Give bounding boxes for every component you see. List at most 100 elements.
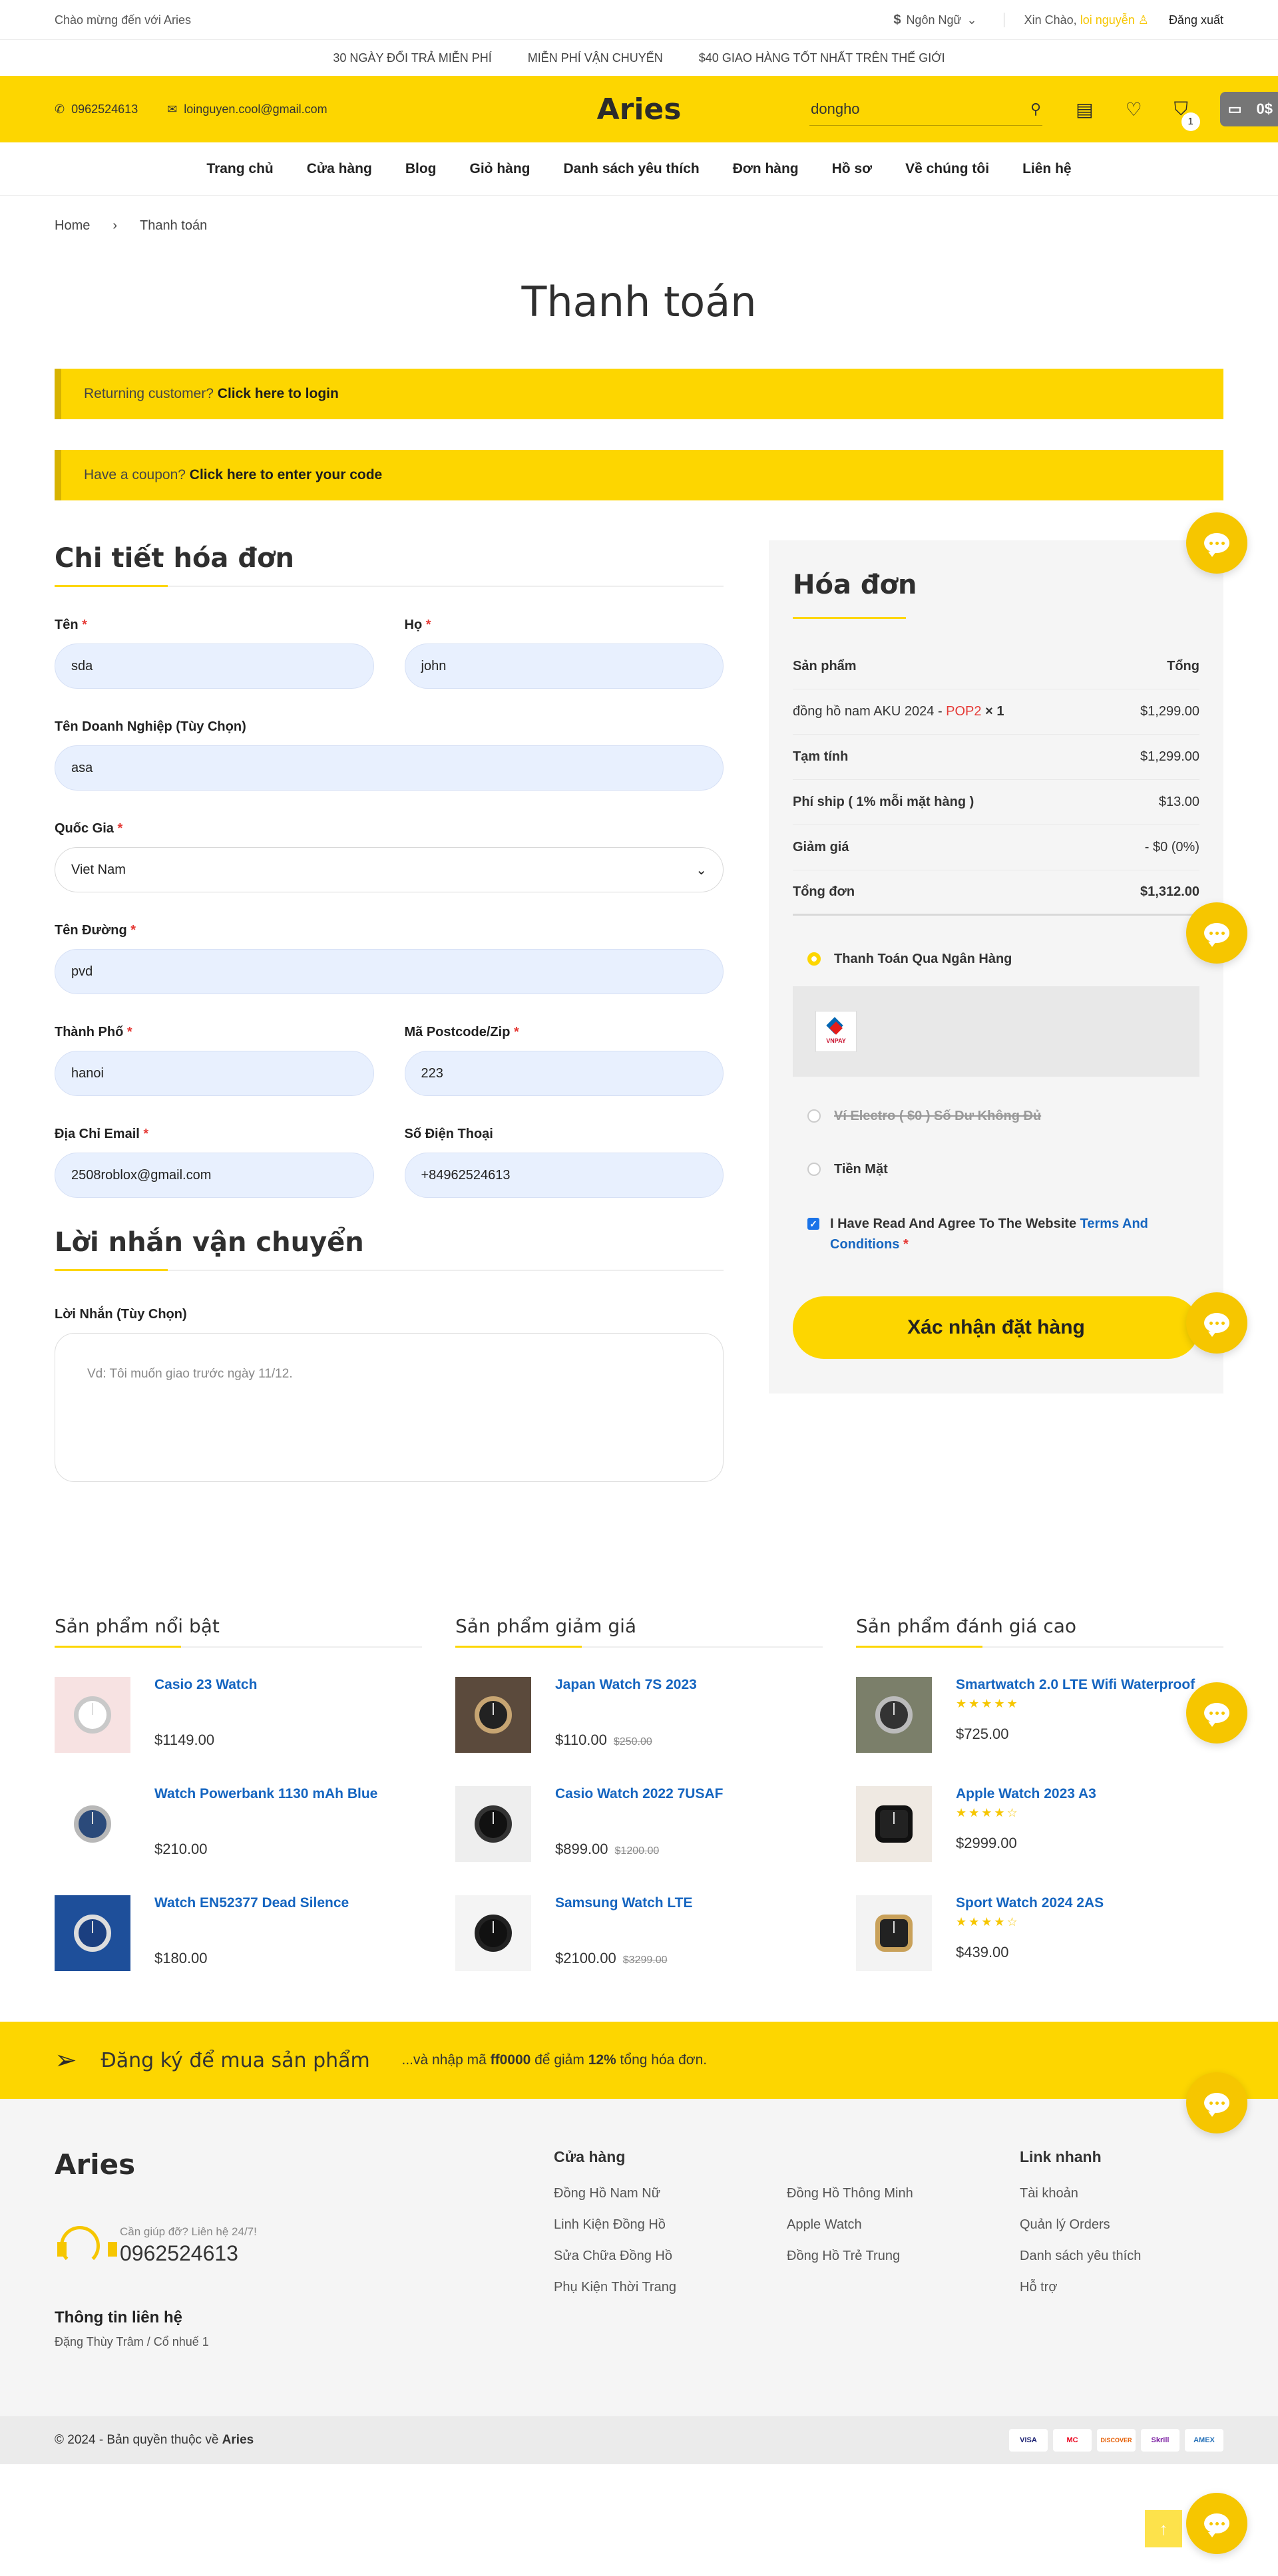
product-name[interactable]: Watch Powerbank 1130 mAh Blue	[154, 1786, 377, 1802]
product-name[interactable]: Smartwatch 2.0 LTE Wifi Waterproof	[956, 1677, 1195, 1693]
phone-input[interactable]: +84962524613	[404, 1153, 724, 1198]
nav-shop[interactable]: Cửa hàng	[307, 161, 372, 177]
last-name-input[interactable]: john	[404, 644, 724, 689]
list-item[interactable]: Samsung Watch LTE $2100.00 $3299.00	[455, 1895, 823, 1975]
product-name[interactable]: Watch EN52377 Dead Silence	[154, 1895, 349, 1911]
discount-row: Giảm giá - $0 (0%)	[793, 825, 1199, 870]
logout-link[interactable]: Đăng xuất	[1169, 13, 1223, 27]
product-image[interactable]	[55, 1895, 130, 1971]
product-name[interactable]: Sport Watch 2024 2AS	[956, 1895, 1104, 1911]
product-image[interactable]	[55, 1786, 130, 1862]
footer-link[interactable]: Apple Watch	[787, 2217, 1020, 2233]
nav-blog[interactable]: Blog	[405, 161, 437, 177]
chat-icon	[1204, 2513, 1229, 2537]
city-input[interactable]: hanoi	[55, 1051, 374, 1096]
product-name[interactable]: Japan Watch 7S 2023	[555, 1677, 697, 1693]
quick-links-title: Link nhanh	[1020, 2148, 1102, 2165]
payment-bank-option[interactable]: Thanh Toán Qua Ngân Hàng	[793, 946, 1199, 972]
paper-plane-icon: ➢	[55, 2046, 77, 2075]
first-name-input[interactable]: sda	[55, 644, 374, 689]
payment-cash-option[interactable]: Tiền Mặt	[793, 1157, 1199, 1182]
nav-profile[interactable]: Hồ sơ	[832, 161, 872, 177]
list-item[interactable]: Sport Watch 2024 2AS ★★★★☆ $439.00	[856, 1895, 1223, 1975]
footer-link[interactable]: Linh Kiện Đồng Hồ	[554, 2217, 787, 2233]
product-image[interactable]	[55, 1677, 130, 1753]
nav-home[interactable]: Trang chủ	[206, 161, 273, 177]
company-input[interactable]: asa	[55, 745, 724, 791]
search-input[interactable]	[811, 100, 1030, 118]
product-name[interactable]: Samsung Watch LTE	[555, 1895, 693, 1911]
bank-payment-box: VNPAY	[793, 986, 1199, 1077]
cart-icon[interactable]: ⛉ 1	[1174, 98, 1200, 131]
total-label: Tổng đơn	[793, 884, 855, 899]
footer-link[interactable]: Quản lý Orders	[1020, 2217, 1141, 2233]
footer-link[interactable]: Sửa Chữa Đồng Hồ	[554, 2249, 787, 2264]
chat-button[interactable]	[1186, 2072, 1247, 2133]
chat-button[interactable]	[1186, 2493, 1247, 2554]
language-selector[interactable]: $ Ngôn Ngữ ⌄	[893, 13, 976, 28]
product-image[interactable]	[856, 1677, 932, 1753]
payment-wallet-option: Ví Electro ( $0 ) Số Dư Không Đủ	[793, 1103, 1199, 1129]
radio-unselected[interactable]	[807, 1163, 821, 1176]
list-item[interactable]: Watch EN52377 Dead Silence $180.00	[55, 1895, 422, 1975]
footer-link[interactable]: Đồng Hồ Thông Minh	[787, 2186, 1020, 2201]
heart-icon[interactable]: ♡	[1126, 98, 1142, 120]
footer-logo[interactable]: Aries	[55, 2148, 554, 2181]
nav-cart[interactable]: Giỏ hàng	[469, 161, 530, 177]
chat-button[interactable]	[1186, 1682, 1247, 1744]
wallet-button[interactable]: ▭ 0$	[1219, 92, 1278, 126]
radio-selected[interactable]	[807, 952, 821, 966]
compare-icon[interactable]: ▤	[1076, 98, 1093, 120]
footer-help: Cần giúp đỡ? Liên hệ 24/7! 0962524613	[55, 2222, 554, 2269]
chat-button[interactable]	[1186, 1292, 1247, 1354]
product-name[interactable]: Casio 23 Watch	[154, 1677, 257, 1693]
product-image[interactable]	[455, 1895, 531, 1971]
nav-contact[interactable]: Liên hệ	[1022, 161, 1072, 177]
footer-phone[interactable]: 0962524613	[120, 2241, 257, 2266]
header-email[interactable]: ✉ loinguyen.cool@gmail.com	[167, 102, 327, 116]
login-notice-text: Returning customer?	[84, 386, 214, 401]
note-textarea[interactable]: Vd: Tôi muốn giao trước ngày 11/12.	[55, 1333, 724, 1482]
coupon-link[interactable]: Click here to enter your code	[190, 467, 382, 483]
footer-link[interactable]: Danh sách yêu thích	[1020, 2249, 1141, 2264]
mastercard-icon: MC	[1053, 2429, 1092, 2452]
nav-orders[interactable]: Đơn hàng	[733, 161, 799, 177]
list-item[interactable]: Apple Watch 2023 A3 ★★★★☆ $2999.00	[856, 1786, 1223, 1866]
list-item[interactable]: Casio 23 Watch $1149.00	[55, 1677, 422, 1757]
country-select[interactable]: Viet Nam ⌄	[55, 847, 724, 892]
search-icon[interactable]: ⚲	[1030, 100, 1041, 118]
email-input[interactable]: 2508roblox@gmail.com	[55, 1153, 374, 1198]
chat-button[interactable]	[1186, 512, 1247, 574]
list-item[interactable]: Smartwatch 2.0 LTE Wifi Waterproof ★★★★★ $…	[856, 1677, 1223, 1757]
product-image[interactable]	[455, 1677, 531, 1753]
user-name-link[interactable]: loi nguyễn	[1080, 13, 1135, 27]
greeting-label: Xin Chào,	[1024, 13, 1077, 27]
product-image[interactable]	[856, 1786, 932, 1862]
header-phone[interactable]: ✆ 0962524613	[55, 102, 138, 116]
product-image[interactable]	[455, 1786, 531, 1862]
nav-about[interactable]: Về chúng tôi	[905, 161, 989, 177]
street-input[interactable]: pvd	[55, 949, 724, 994]
login-link[interactable]: Click here to login	[218, 386, 339, 402]
site-logo[interactable]: Aries	[597, 92, 682, 126]
footer-link[interactable]: Hỗ trợ	[1020, 2280, 1141, 2295]
list-item[interactable]: Watch Powerbank 1130 mAh Blue $210.00	[55, 1786, 422, 1866]
footer-link[interactable]: Đồng Hồ Nam Nữ	[554, 2186, 787, 2201]
footer-link[interactable]: Đồng Hồ Trẻ Trung	[787, 2249, 1020, 2264]
footer-link[interactable]: Phụ Kiện Thời Trang	[554, 2280, 787, 2295]
scroll-to-top-button[interactable]: ↑	[1145, 2510, 1182, 2547]
list-item[interactable]: Casio Watch 2022 7USAF $899.00 $1200.00	[455, 1786, 823, 1866]
product-image[interactable]	[856, 1895, 932, 1971]
terms-checkbox[interactable]: ✓	[807, 1218, 819, 1230]
breadcrumb-home[interactable]: Home	[55, 218, 90, 234]
vnpay-logo[interactable]: VNPAY	[815, 1011, 857, 1052]
nav-wishlist[interactable]: Danh sách yêu thích	[563, 161, 699, 177]
place-order-button[interactable]: Xác nhận đặt hàng	[793, 1296, 1199, 1359]
footer-link[interactable]: Tài khoản	[1020, 2186, 1141, 2201]
product-name[interactable]: Casio Watch 2022 7USAF	[555, 1786, 723, 1802]
chat-button[interactable]	[1186, 902, 1247, 964]
product-name[interactable]: Apple Watch 2023 A3	[956, 1786, 1096, 1802]
postcode-input[interactable]: 223	[404, 1051, 724, 1096]
list-item[interactable]: Japan Watch 7S 2023 $110.00 $250.00	[455, 1677, 823, 1757]
country-field: Quốc Gia * Viet Nam ⌄	[55, 821, 724, 892]
